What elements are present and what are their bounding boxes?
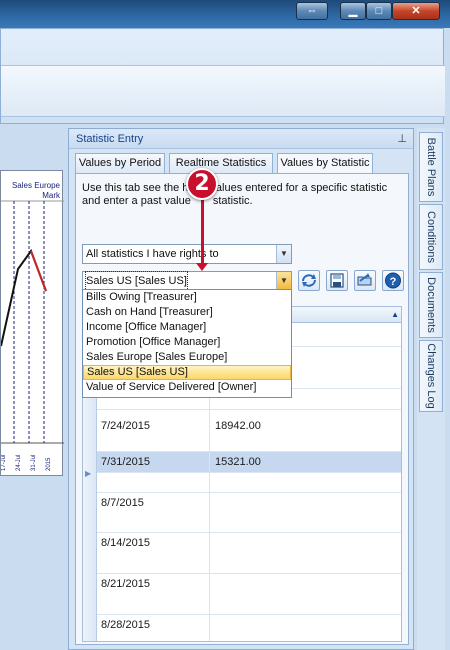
row-date: 8/7/2015 (101, 497, 144, 509)
statistic-dropdown-list: Bills Owing [Treasurer] Cash on Hand [Tr… (82, 289, 292, 398)
row-date: 7/24/2015 (101, 420, 150, 432)
row-date: 7/31/2015 (101, 456, 150, 468)
side-tab-label: Changes Log (425, 343, 437, 409)
side-tab-label: Conditions (425, 211, 437, 263)
sort-ascending-icon[interactable]: ▲ (391, 310, 399, 319)
chart-x-ticks: 17-Jul 24-Jul 31-Jul 2015 (1, 455, 52, 471)
tab-values-by-statistic[interactable]: Values by Statistic (277, 153, 373, 174)
refresh-icon (302, 274, 316, 287)
refresh-button[interactable] (298, 270, 320, 291)
save-button[interactable] (326, 270, 348, 291)
row-date: 8/14/2015 (101, 537, 150, 549)
side-tab-battle-plans[interactable]: Battle Plans (419, 132, 443, 202)
maximize-icon: □ (375, 5, 383, 17)
open-folder-icon (357, 273, 372, 286)
svg-text:17-Jul: 17-Jul (1, 455, 7, 471)
chart-gridlines (13, 201, 45, 443)
description-text-4: statistic. (212, 195, 253, 207)
tab-values-by-period[interactable]: Values by Period (75, 153, 165, 173)
chevron-down-icon[interactable]: ▼ (276, 245, 291, 263)
values-by-statistic-content: Use this tab see the h values entered for… (75, 173, 409, 645)
row-value[interactable]: 15321.00 (215, 456, 261, 468)
tab-realtime-statistics[interactable]: Realtime Statistics (169, 153, 273, 173)
table-row[interactable]: 8/21/2015 (97, 574, 401, 615)
dropdown-option[interactable]: Sales Europe [Sales Europe] (83, 350, 291, 365)
statistic-select-value: Sales US [Sales US] (85, 271, 188, 291)
svg-text:24-Jul: 24-Jul (16, 455, 22, 471)
table-row-selected[interactable]: 7/31/2015 15321.00 (97, 452, 401, 473)
minimize-icon: ▁ (348, 5, 358, 17)
description-text-3: and enter a past value (82, 195, 191, 207)
callout-pointer-line (201, 198, 204, 266)
row-date: 8/28/2015 (101, 619, 150, 631)
minimize-button[interactable]: ▁ (340, 2, 366, 20)
table-row[interactable]: 7/24/2015 18942.00 (97, 410, 401, 452)
help-icon: ? (385, 272, 401, 289)
side-tab-label: Battle Plans (425, 137, 437, 197)
close-icon: ✕ (411, 5, 421, 17)
statistic-chart: Sales Europe Mark 17-Jul 24-Jul 31-Jul 2… (0, 170, 64, 476)
dropdown-option[interactable]: Value of Service Delivered [Owner] (83, 380, 291, 395)
window-title-bar: ⇔ ▁ □ ✕ (0, 0, 450, 28)
side-tab-conditions[interactable]: Conditions (419, 204, 443, 270)
dropdown-option[interactable]: Bills Owing [Treasurer] (83, 290, 291, 305)
dropdown-option-selected[interactable]: Sales US [Sales US] (83, 365, 291, 380)
save-icon (330, 273, 344, 288)
table-row[interactable]: 8/7/2015 (97, 493, 401, 533)
pin-icon[interactable]: ⊥ (397, 132, 407, 145)
description-text-2: values entered for a specific statistic (210, 182, 388, 194)
dropdown-option[interactable]: Income [Office Manager] (83, 320, 291, 335)
ribbon-area (0, 28, 445, 124)
chart-plot: 17-Jul 24-Jul 31-Jul 2015 (1, 200, 64, 471)
statistic-filter-value: All statistics I have rights to (86, 248, 219, 260)
panel-header: Statistic Entry ⊥ (69, 129, 413, 149)
description-text-1: Use this tab see the h (82, 182, 189, 194)
side-tab-changes-log[interactable]: Changes Log (419, 340, 443, 412)
row-date: 8/21/2015 (101, 578, 150, 590)
callout-pointer-tip (196, 263, 208, 271)
statistic-select[interactable]: Sales US [Sales US] ▼ (82, 271, 292, 291)
resize-arrows-icon: ⇔ (306, 5, 318, 17)
svg-text:31-Jul: 31-Jul (31, 455, 37, 471)
side-tab-strip: Battle Plans Conditions Documents Change… (417, 128, 445, 650)
chevron-down-icon[interactable]: ▼ (276, 272, 291, 290)
dropdown-option[interactable]: Cash on Hand [Treasurer] (83, 305, 291, 320)
table-row[interactable]: 8/28/2015 (97, 615, 401, 641)
svg-text:?: ? (390, 276, 397, 288)
export-button[interactable] (354, 270, 376, 291)
step-callout-badge: 2 (186, 168, 218, 200)
maximize-button[interactable]: □ (366, 2, 392, 20)
ribbon-band (1, 65, 445, 117)
panel-title: Statistic Entry (76, 133, 144, 145)
dropdown-option[interactable]: Promotion [Office Manager] (83, 335, 291, 350)
side-tab-documents[interactable]: Documents (419, 272, 443, 338)
current-row-arrow-icon: ▶ (85, 469, 92, 478)
tab-description: Use this tab see the h values entered for… (82, 182, 402, 208)
statistic-filter-select[interactable]: All statistics I have rights to ▼ (82, 244, 292, 264)
help-button[interactable]: ? (382, 270, 404, 291)
table-row[interactable]: 8/14/2015 (97, 533, 401, 574)
statistic-tabs: Values by Period Realtime Statistics Val… (75, 153, 409, 174)
row-value[interactable]: 18942.00 (215, 420, 261, 432)
side-tab-label: Documents (425, 277, 437, 333)
close-button[interactable]: ✕ (392, 2, 440, 20)
svg-text:2015: 2015 (46, 457, 52, 471)
chart-line-black (1, 248, 47, 347)
restore-size-button[interactable]: ⇔ (296, 2, 328, 20)
